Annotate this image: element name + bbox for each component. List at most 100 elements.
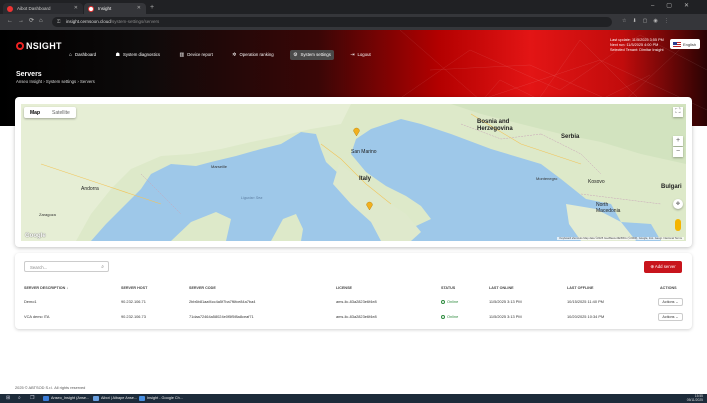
map-label: Bosnia and Herzegovina — [477, 119, 513, 132]
tab-title: Aibot Dashboard — [17, 6, 51, 11]
last-online: 11/5/2025 3:13 PM — [489, 299, 522, 304]
add-server-button[interactable]: ⊕ Add server — [644, 261, 682, 273]
taskbar-app-label: Insight - Google Ch... — [147, 396, 183, 400]
map-label: Italy — [359, 176, 372, 182]
flag-icon — [673, 42, 681, 47]
map-land — [21, 104, 686, 241]
server-license: ams-lic-83a2823e6f4e8 — [336, 314, 377, 319]
new-tab-icon[interactable]: + — [150, 4, 154, 11]
map-marker-icon[interactable] — [366, 201, 373, 210]
map[interactable]: Map Satellite Bosnia and Herzegovina Serb… — [21, 104, 686, 241]
close-icon[interactable]: ✕ — [74, 5, 78, 11]
nav-operation-ranking[interactable]: ✲ Operation ranking — [229, 50, 276, 60]
browser-address-bar: ←→⟳⌂ ⚿ insight.cernsoon.cloud/system-set… — [0, 14, 707, 30]
nav-system-diagnostics[interactable]: ☗ System diagnostics — [113, 50, 164, 60]
actions-dropdown[interactable]: Actions ⌄ — [658, 313, 683, 321]
nav-device-report[interactable]: ▥ Device report — [176, 50, 215, 60]
browser-tab-bar: Aibot Dashboard ✕ Insight ✕ + –▢✕ — [0, 0, 707, 14]
server-host: 90.232.106.73 — [121, 314, 146, 319]
search-input[interactable]: Search... ⌕ — [24, 261, 109, 272]
window-controls[interactable]: –▢✕ — [651, 2, 701, 9]
map-card: Map Satellite Bosnia and Herzegovina Serb… — [15, 97, 692, 247]
url-host: insight.cernsoon.cloud — [66, 19, 111, 24]
update-info: Last update: 11/5/2025 3:55 PM Next run:… — [610, 38, 664, 53]
search-icon[interactable]: ⌕ — [18, 395, 21, 401]
tab-title: Insight — [98, 6, 112, 11]
page-title: Servers — [16, 71, 42, 78]
status-badge: Online — [441, 314, 458, 319]
close-icon[interactable]: ✕ — [137, 5, 141, 11]
main-navigation: ⌂ Dashboard ☗ System diagnostics ▥ Device r… — [66, 43, 383, 61]
street-view-pegman-icon[interactable] — [675, 219, 681, 231]
browser-tab[interactable]: Aibot Dashboard ✕ — [3, 3, 83, 14]
map-attribution[interactable]: Keyboard shortcuts Map data ©2025 GeoBas… — [557, 237, 684, 240]
table-header: SERVER DESCRIPTION ↓ SERVER HOST SERVER … — [15, 286, 692, 294]
map-label: Serbia — [561, 134, 580, 140]
column-header-status[interactable]: STATUS — [441, 286, 455, 290]
last-offline: 10/20/2025 10:34 PM — [567, 314, 605, 319]
taskbar-app[interactable]: Aibot | Aibape Anse... — [92, 395, 137, 402]
column-header-last-online[interactable]: LAST ONLINE — [489, 286, 514, 290]
column-header-actions: ACTIONS — [660, 286, 677, 290]
ranking-icon: ✲ — [232, 52, 237, 58]
search-icon: ⌕ — [101, 264, 104, 270]
table-row[interactable]: VCA demo ITA 90.232.106.73 71daa72464a58… — [15, 310, 692, 325]
clock-date: 05/11/2025 — [686, 397, 703, 402]
app-icon — [7, 6, 13, 12]
task-view-icon[interactable]: ❐ — [30, 395, 34, 401]
status-label: Online — [447, 314, 459, 319]
status-label: Online — [447, 299, 459, 304]
taskbar-app-label: Anseo_Insight (Anse... — [51, 396, 90, 400]
map-label: Kosovo — [588, 179, 605, 185]
app-logo[interactable]: NSIGHT — [16, 41, 62, 51]
nav-label: Logout — [357, 52, 371, 57]
servers-table-card: Search... ⌕ ⊕ Add server SERVER DESCRIPT… — [15, 253, 692, 329]
browser-toolbar-icons[interactable]: ☆⬇▢◉⋮ — [622, 18, 675, 24]
nav-label: System diagnostics — [123, 52, 161, 57]
zoom-out-button[interactable]: − — [673, 147, 683, 157]
column-header-description[interactable]: SERVER DESCRIPTION ↓ — [24, 286, 68, 290]
actions-dropdown[interactable]: Actions ⌄ — [658, 298, 683, 306]
nav-system-settings[interactable]: ⚙ System settings — [290, 50, 334, 60]
map-label: Ligurian Sea — [241, 196, 263, 200]
system-tray-clock[interactable]: 15:55 05/11/2025 — [686, 394, 703, 402]
map-label: Bulgari — [661, 184, 682, 190]
chart-icon: ▥ — [179, 52, 185, 58]
lock-icon: ⚿ — [57, 19, 61, 24]
app-icon — [93, 396, 99, 401]
map-label: Andorra — [81, 186, 99, 192]
column-header-last-offline[interactable]: LAST OFFLINE — [567, 286, 593, 290]
map-label: North Macedonia — [596, 202, 621, 214]
google-logo: Google — [25, 233, 46, 239]
column-header-host[interactable]: SERVER HOST — [121, 286, 147, 290]
language-selector[interactable]: English — [670, 39, 700, 49]
nav-label: System settings — [300, 52, 331, 57]
zoom-in-button[interactable]: + — [673, 136, 683, 146]
gear-icon: ⚙ — [293, 52, 298, 58]
map-type-toggle: Map Satellite — [24, 107, 76, 118]
nav-logout[interactable]: ⇥ Logout — [347, 50, 373, 60]
taskbar-app[interactable]: Anseo_Insight (Anse... — [42, 395, 89, 402]
column-header-license[interactable]: LICENSE — [336, 286, 352, 290]
online-icon — [441, 300, 445, 304]
satellite-view-button[interactable]: Satellite — [46, 107, 76, 118]
selected-tenant: Selected Tenant: Dimitar Insight — [610, 48, 664, 52]
nav-label: Operation ranking — [239, 52, 274, 57]
browser-tab-active[interactable]: Insight ✕ — [84, 3, 146, 14]
server-code: 71daa72464a58024e0f5f5f8a8ceaf71 — [189, 314, 254, 319]
column-header-code[interactable]: SERVER CODE — [189, 286, 216, 290]
compass-icon[interactable]: ✥ — [673, 199, 683, 209]
map-view-button[interactable]: Map — [24, 107, 46, 118]
taskbar-app[interactable]: Insight - Google Ch... — [138, 395, 183, 402]
nav-dashboard[interactable]: ⌂ Dashboard — [66, 50, 99, 60]
fullscreen-icon[interactable]: ⛶ — [673, 107, 683, 117]
windows-start-icon[interactable]: ⊞ — [6, 395, 10, 401]
app-icon — [88, 6, 94, 12]
table-row[interactable]: Demo1 90.232.106.71 2bb6b81aaf4cc4a5f7ba… — [15, 295, 692, 310]
language-label: English — [683, 42, 697, 47]
navigation-buttons[interactable]: ←→⟳⌂ — [7, 17, 48, 24]
map-marker-icon[interactable] — [353, 127, 360, 136]
url-input[interactable]: ⚿ insight.cernsoon.cloud/system-settings… — [52, 17, 612, 27]
breadcrumb[interactable]: Anseo Insight › System settings › Server… — [16, 79, 95, 84]
last-online: 11/5/2025 3:13 PM — [489, 314, 522, 319]
